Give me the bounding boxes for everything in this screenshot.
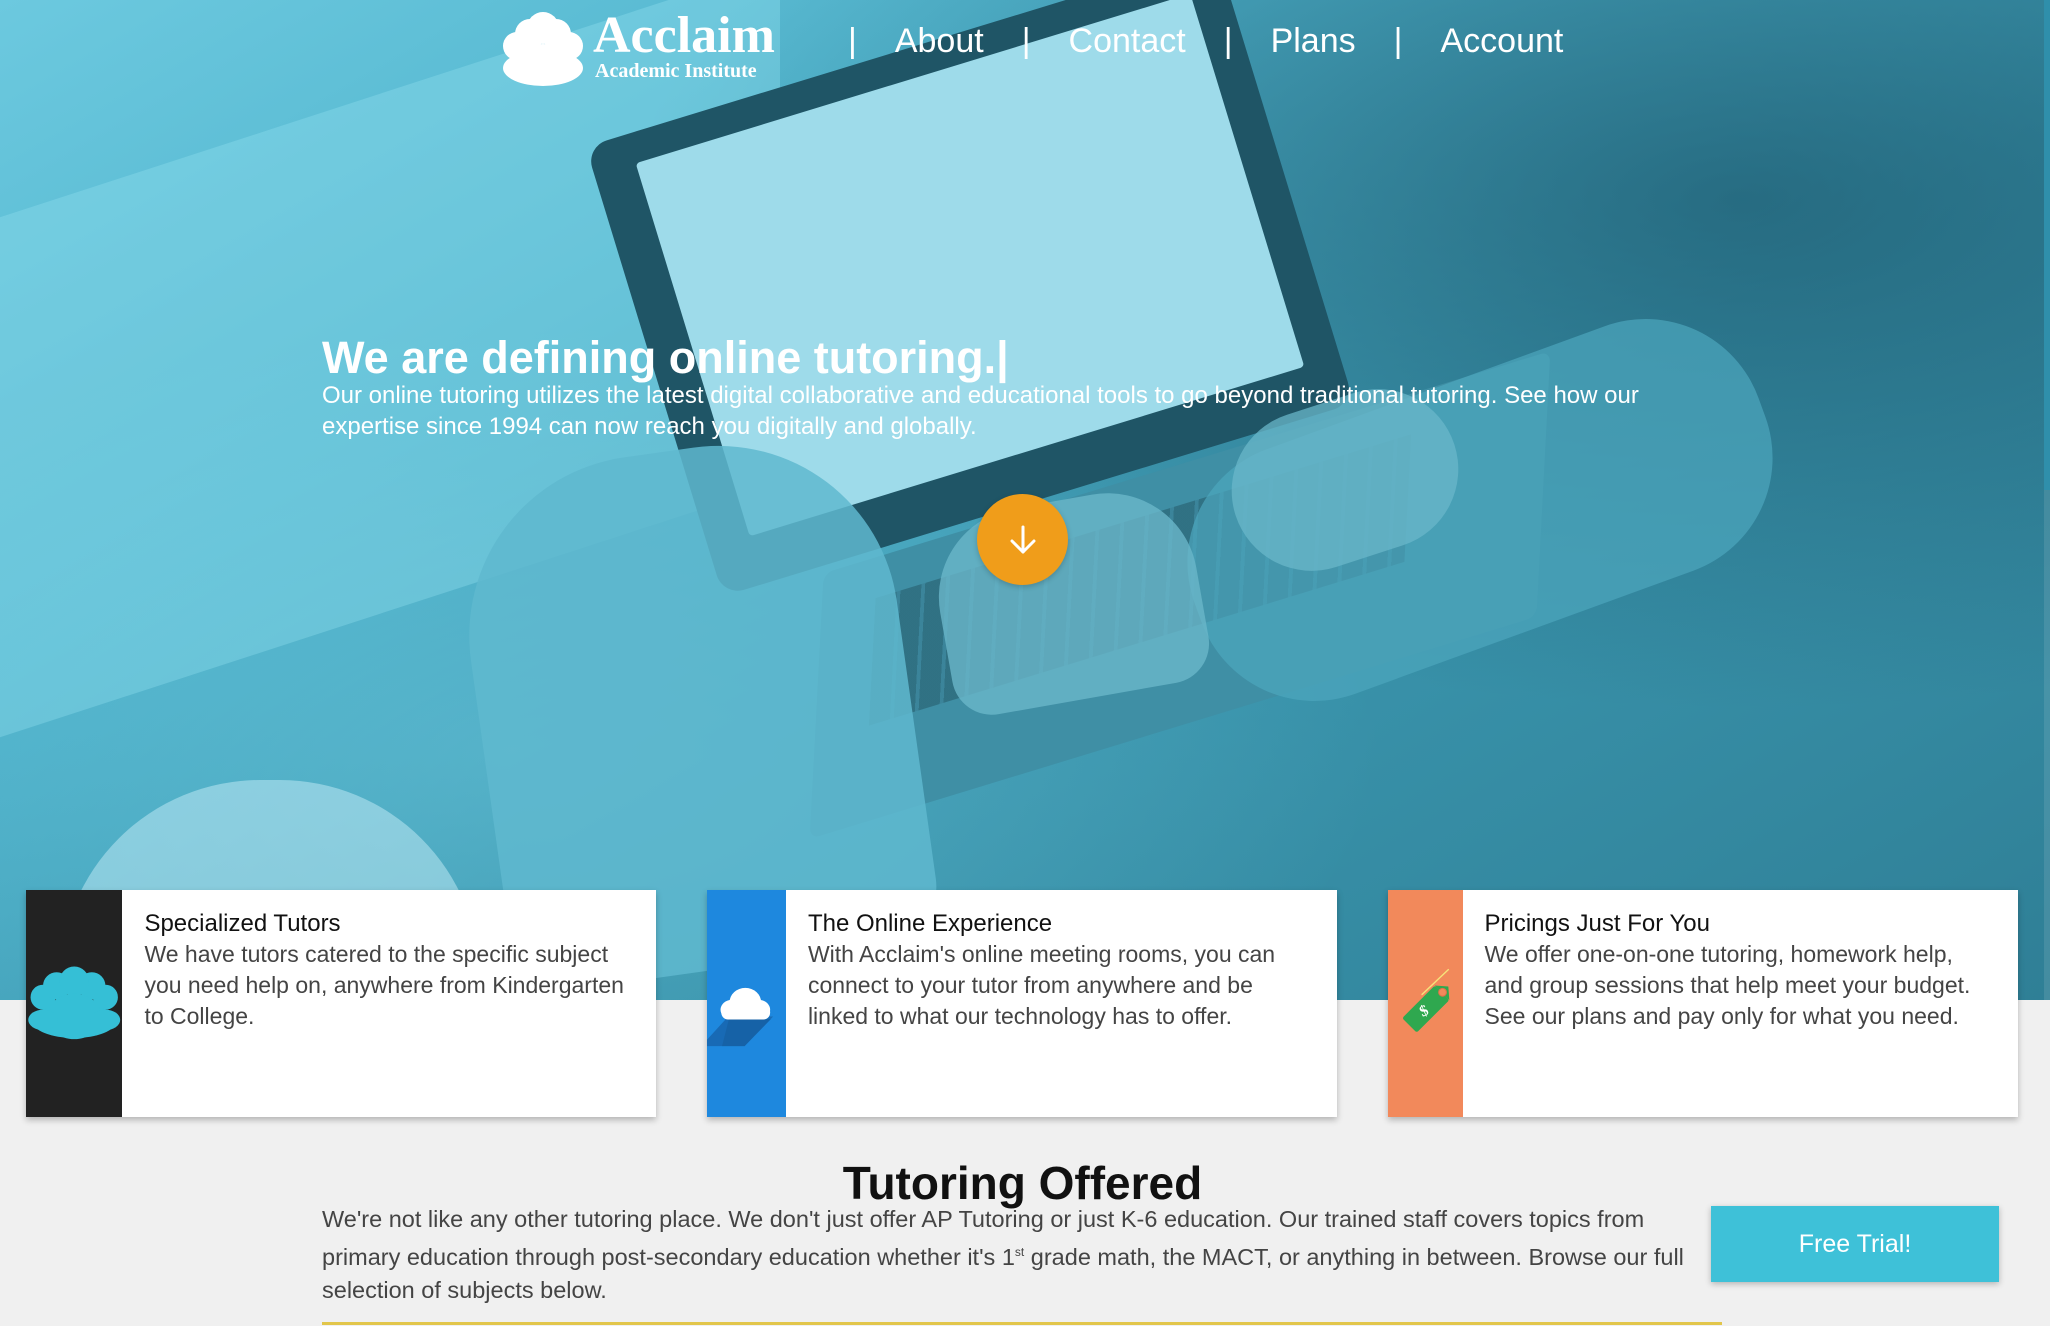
- scrollbar-thumb[interactable]: [2044, 0, 2050, 490]
- nav-link-plans[interactable]: Plans: [1271, 22, 1356, 61]
- people-group-icon: [28, 966, 121, 1039]
- main-nav: | About | Contact | Plans | Account: [848, 22, 1563, 61]
- nav-separator: |: [848, 22, 857, 60]
- nav-link-account[interactable]: Account: [1440, 22, 1563, 61]
- brand-title: Acclaim: [593, 7, 775, 64]
- logo-people-icon: [503, 12, 583, 86]
- brand-subtitle: Academic Institute: [595, 60, 757, 82]
- ordinal-suffix: st: [1014, 1245, 1025, 1259]
- feature-card-text: We offer one-on-one tutoring, homework h…: [1484, 941, 1971, 1029]
- hero-section: Acclaim Academic Institute | About | Con…: [0, 0, 2050, 1000]
- section-title-tutoring: Tutoring Offered: [842, 1157, 1203, 1209]
- nav-separator: |: [1393, 22, 1403, 60]
- feature-card-title: Specialized Tutors: [144, 910, 341, 937]
- brand-logo[interactable]: Acclaim Academic Institute: [497, 10, 775, 86]
- feature-card-icon-box: [707, 890, 786, 1117]
- nav-separator: |: [1223, 22, 1233, 60]
- scroll-down-button[interactable]: [977, 494, 1068, 585]
- section-divider: [322, 1322, 1722, 1325]
- feature-card-text: With Acclaim's online meeting rooms, you…: [807, 941, 1276, 1029]
- feature-card-icon-box: $: [1388, 890, 1463, 1117]
- feature-card-text: We have tutors catered to the specific s…: [144, 941, 624, 1029]
- page-scrollbar[interactable]: [2044, 0, 2050, 1000]
- feature-card-online-experience[interactable]: The Online Experience With Acclaim's onl…: [707, 890, 1337, 1117]
- nav-separator: |: [1021, 22, 1031, 60]
- feature-card-icon-box: [26, 890, 123, 1117]
- section-description-tutoring: We're not like any other tutoring place.…: [322, 1203, 1702, 1307]
- feature-card-title: Pricings Just For You: [1484, 910, 1710, 937]
- price-tag-icon: $: [1403, 968, 1450, 1032]
- feature-card-pricing[interactable]: $ Pricings Just For You We offer one-on-…: [1388, 890, 2018, 1117]
- arrow-down-icon: [1010, 525, 1035, 553]
- nav-link-about[interactable]: About: [895, 22, 984, 61]
- feature-card-title: The Online Experience: [807, 910, 1053, 937]
- cloud-icon: [707, 987, 774, 1047]
- nav-link-contact[interactable]: Contact: [1069, 22, 1186, 61]
- hero-description: Our online tutoring utilizes the latest …: [322, 382, 1639, 440]
- feature-card-tutors[interactable]: Specialized Tutors We have tutors catere…: [26, 890, 656, 1117]
- free-trial-button[interactable]: Free Trial!: [1711, 1206, 1999, 1282]
- hero-title: We are defining online tutoring.|: [322, 332, 1009, 383]
